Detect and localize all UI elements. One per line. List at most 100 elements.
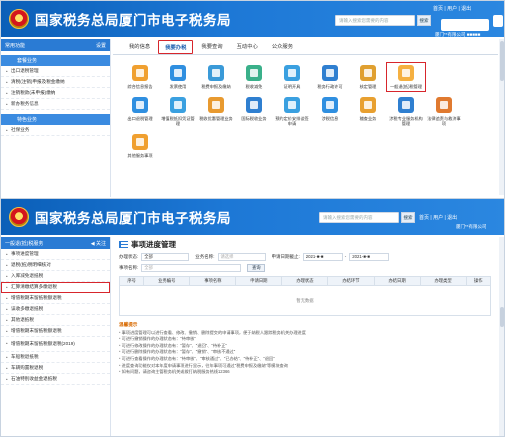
search-button[interactable]: 搜索	[401, 212, 415, 223]
service-tile[interactable]: 综合信息报告	[123, 65, 157, 89]
sidebar-item[interactable]: 出口退税管理	[1, 66, 110, 77]
sidebar-collapse-button[interactable]: ◀ 关注	[91, 240, 106, 247]
scrollbar[interactable]	[499, 237, 504, 436]
search-input[interactable]: 请输入搜索您需要的内容	[319, 212, 399, 223]
sidebar-item[interactable]: 增值税期末留抵税额退税	[1, 293, 110, 304]
column-header[interactable]: 办理类型	[419, 276, 467, 286]
sidebar-item[interactable]: 清税(注销)申报及税金缴纳	[1, 77, 110, 88]
status-select[interactable]: 全部	[141, 252, 190, 261]
column-header[interactable]: 办理状态	[281, 276, 329, 286]
date-to-input[interactable]: 2021-■-■	[349, 252, 390, 261]
header-banner: 国家税务总局厦门市电子税务局 请输入搜索您需要的内容 搜索 首页 | 用户 | …	[1, 1, 504, 37]
tip-line: 事项进度管理可以进行查看、修改、撤销、删除提交的申请事项，便于纳税人跟踪税务机关…	[119, 330, 493, 337]
sidebar-item[interactable]: 汇算清缴结算多缴退税	[1, 282, 110, 293]
service-tile[interactable]: 发票使用	[161, 65, 195, 89]
service-label: 税费申报及缴纳	[201, 84, 231, 89]
service-label: 稽查业务	[359, 116, 377, 121]
service-tile[interactable]: 一般退(抵)税管理	[386, 62, 426, 92]
business-label: 业务名称:	[195, 253, 215, 259]
item-name-label: 事项名称:	[119, 264, 139, 270]
sidebar-settings-link[interactable]: 设置	[96, 42, 106, 49]
service-label: 税务行政许可	[317, 84, 343, 89]
progress-table: 序号 业务编号 事项名称 申请日期 办理状态 办结环节 办结日期 办理类型 操作 暂无数据	[118, 276, 492, 316]
service-icon	[208, 65, 224, 81]
sidebar-item[interactable]: 新办税务信息	[1, 99, 110, 110]
service-tile[interactable]: 税收优惠管理业务	[199, 97, 233, 126]
column-header[interactable]: 办结日期	[373, 276, 421, 286]
tab-my-info[interactable]: 我的信息	[123, 40, 156, 54]
sidebar-item[interactable]: 注销税款(未申报)缴纳	[1, 88, 110, 99]
service-tile[interactable]: 核定管理	[351, 65, 385, 89]
sidebar-header-label: 一般退(抵)税服务	[5, 240, 44, 247]
service-tile[interactable]: 税费申报及缴纳	[199, 65, 233, 89]
user-info-chip[interactable]	[441, 19, 489, 31]
sidebar-item[interactable]: 社保业务	[1, 125, 110, 136]
column-header[interactable]: 事项名称	[189, 276, 237, 286]
column-header[interactable]: 办结环节	[327, 276, 375, 286]
site-title: 国家税务总局厦门市电子税务局	[35, 13, 231, 28]
service-tile[interactable]: 出口退税管理	[123, 97, 157, 126]
tips-title: 温馨提示	[119, 322, 138, 327]
column-header[interactable]: 序号	[118, 276, 145, 286]
business-select[interactable]: 请选择	[217, 252, 266, 261]
sidebar-item[interactable]: 石油特别收益金退抵税	[1, 374, 110, 385]
service-tile[interactable]: 涉税专业服务机构管理	[389, 97, 423, 126]
tab-tax-handling[interactable]: 我要办税	[158, 40, 194, 54]
service-label: 法律追责与救济事项	[427, 116, 461, 126]
service-tile[interactable]: 预约定价安排谈签申请	[275, 97, 309, 126]
service-tile[interactable]: 其他服务事项	[123, 134, 157, 158]
scroll-thumb[interactable]	[499, 41, 504, 81]
empty-state: 暂无数据	[119, 285, 491, 316]
search-button[interactable]: 搜索	[417, 15, 431, 26]
top-nav-links[interactable]: 首页 | 用户 | 退出	[419, 214, 457, 221]
sidebar-item[interactable]: 增值税期末留抵税额退税	[1, 326, 110, 337]
menu-icon[interactable]	[493, 15, 503, 27]
sidebar-item[interactable]: 退税(抵)税明细核对	[1, 260, 110, 271]
service-icon	[436, 97, 452, 113]
scrollbar[interactable]	[499, 39, 504, 195]
sidebar-item[interactable]: 车辆购置税退税	[1, 363, 110, 374]
service-tile[interactable]: 稽查业务	[351, 97, 385, 126]
sidebar-item[interactable]: 车船税退抵税	[1, 352, 110, 363]
service-tile	[427, 65, 461, 89]
tip-line: 可进行查看操作的办理状态有："待审核"、"审核通过"、"已办结"、"待补正"、"…	[119, 356, 493, 363]
search-input[interactable]: 请输入搜索您需要的内容	[335, 15, 415, 26]
sidebar: 一般退(抵)税服务 ◀ 关注 事项进度管理退税(抵)税明细核对入库减免退抵税汇算…	[1, 237, 111, 436]
date-from-input[interactable]: 2021-■-■	[302, 252, 343, 261]
tab-query[interactable]: 我要查询	[195, 40, 228, 54]
tab-public-service[interactable]: 公众服务	[266, 40, 299, 54]
service-tile[interactable]: 证明开具	[275, 65, 309, 89]
service-tile[interactable]: 法律追责与救济事项	[427, 97, 461, 126]
screenshot-menu: 国家税务总局厦门市电子税务局 请输入搜索您需要的内容 搜索 首页 | 用户 | …	[0, 0, 505, 200]
service-tile[interactable]: 税务行政许可	[313, 65, 347, 89]
service-tile[interactable]: 增值税抵扣凭证管理	[161, 97, 195, 126]
tab-interaction[interactable]: 互动中心	[231, 40, 264, 54]
sidebar-group-package[interactable]: 套餐业务	[1, 55, 110, 66]
tab-bar: 我的信息 我要办税 我要查询 互动中心 公众服务	[113, 39, 498, 55]
service-label: 其他服务事项	[127, 153, 153, 158]
service-label: 涉税专业服务机构管理	[389, 116, 423, 126]
service-icon	[208, 97, 224, 113]
sidebar-item[interactable]: 入库减免退抵税	[1, 271, 110, 282]
service-tile[interactable]: 涉税信息	[313, 97, 347, 126]
item-name-select[interactable]: 全部	[141, 263, 242, 272]
service-icon	[284, 97, 300, 113]
sidebar: 常用功能 设置 套餐业务 出口退税管理 清税(注销)申报及税金缴纳 注销税款(未…	[1, 39, 111, 197]
scroll-thumb[interactable]	[499, 307, 504, 327]
service-tile[interactable]: 国际税收业务	[237, 97, 271, 126]
sidebar-list: 事项进度管理退税(抵)税明细核对入库减免退抵税汇算清缴结算多缴退税增值税期末留抵…	[1, 249, 110, 385]
tax-emblem-icon	[9, 207, 29, 227]
query-button[interactable]: 查询	[247, 263, 266, 272]
column-header[interactable]: 操作	[465, 276, 492, 286]
top-nav-links[interactable]: 首页 | 用户 | 退出	[433, 5, 471, 12]
sidebar-group-special[interactable]: 特色业务	[1, 114, 110, 125]
sidebar-item[interactable]: 其他退抵税	[1, 315, 110, 326]
sidebar-item[interactable]: 事项进度管理	[1, 249, 110, 260]
service-label: 核定管理	[359, 84, 377, 89]
service-label: 发票使用	[169, 84, 187, 89]
sidebar-item[interactable]: 误收多缴退抵税	[1, 304, 110, 315]
service-tile[interactable]: 税收减免	[237, 65, 271, 89]
column-header[interactable]: 业务编号	[143, 276, 191, 286]
column-header[interactable]: 申请日期	[235, 276, 283, 286]
sidebar-item[interactable]: 增值税期末留抵税额退税(2019)	[1, 337, 110, 352]
